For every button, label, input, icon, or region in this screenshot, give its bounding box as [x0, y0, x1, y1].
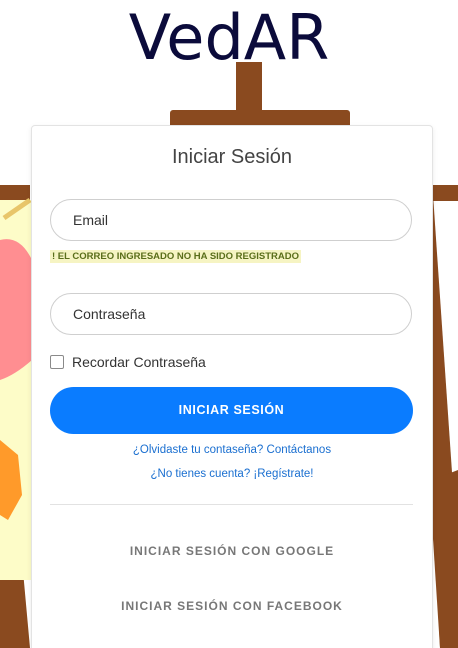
google-login-button[interactable]: INICIAR SESIÓN CON GOOGLE [32, 544, 432, 558]
email-field[interactable] [50, 199, 412, 241]
facebook-login-button[interactable]: INICIAR SESIÓN CON FACEBOOK [32, 599, 432, 613]
brand-logo-title: VedAR [128, 1, 330, 74]
register-link[interactable]: ¿No tienes cuenta? ¡Regístrate! [32, 468, 432, 480]
login-page: VedAR Iniciar Sesión ! EL CORREO INGRESA… [0, 0, 458, 648]
canvas-pink-shape [0, 239, 32, 380]
password-field[interactable] [50, 293, 412, 335]
login-card: Iniciar Sesión ! EL CORREO INGRESADO NO … [31, 125, 433, 648]
email-error-message: ! EL CORREO INGRESADO NO HA SIDO REGISTR… [50, 250, 302, 263]
forgot-password-link[interactable]: ¿Olvidaste tu contaseña? Contáctanos [32, 444, 432, 456]
divider [50, 504, 413, 505]
remember-password-row[interactable]: Recordar Contraseña [50, 354, 206, 370]
remember-password-checkbox[interactable] [50, 355, 64, 369]
remember-password-label: Recordar Contraseña [72, 354, 206, 370]
easel-right-lower [432, 470, 458, 648]
login-title: Iniciar Sesión [171, 146, 293, 168]
login-submit-button[interactable]: INICIAR SESIÓN [50, 387, 413, 434]
